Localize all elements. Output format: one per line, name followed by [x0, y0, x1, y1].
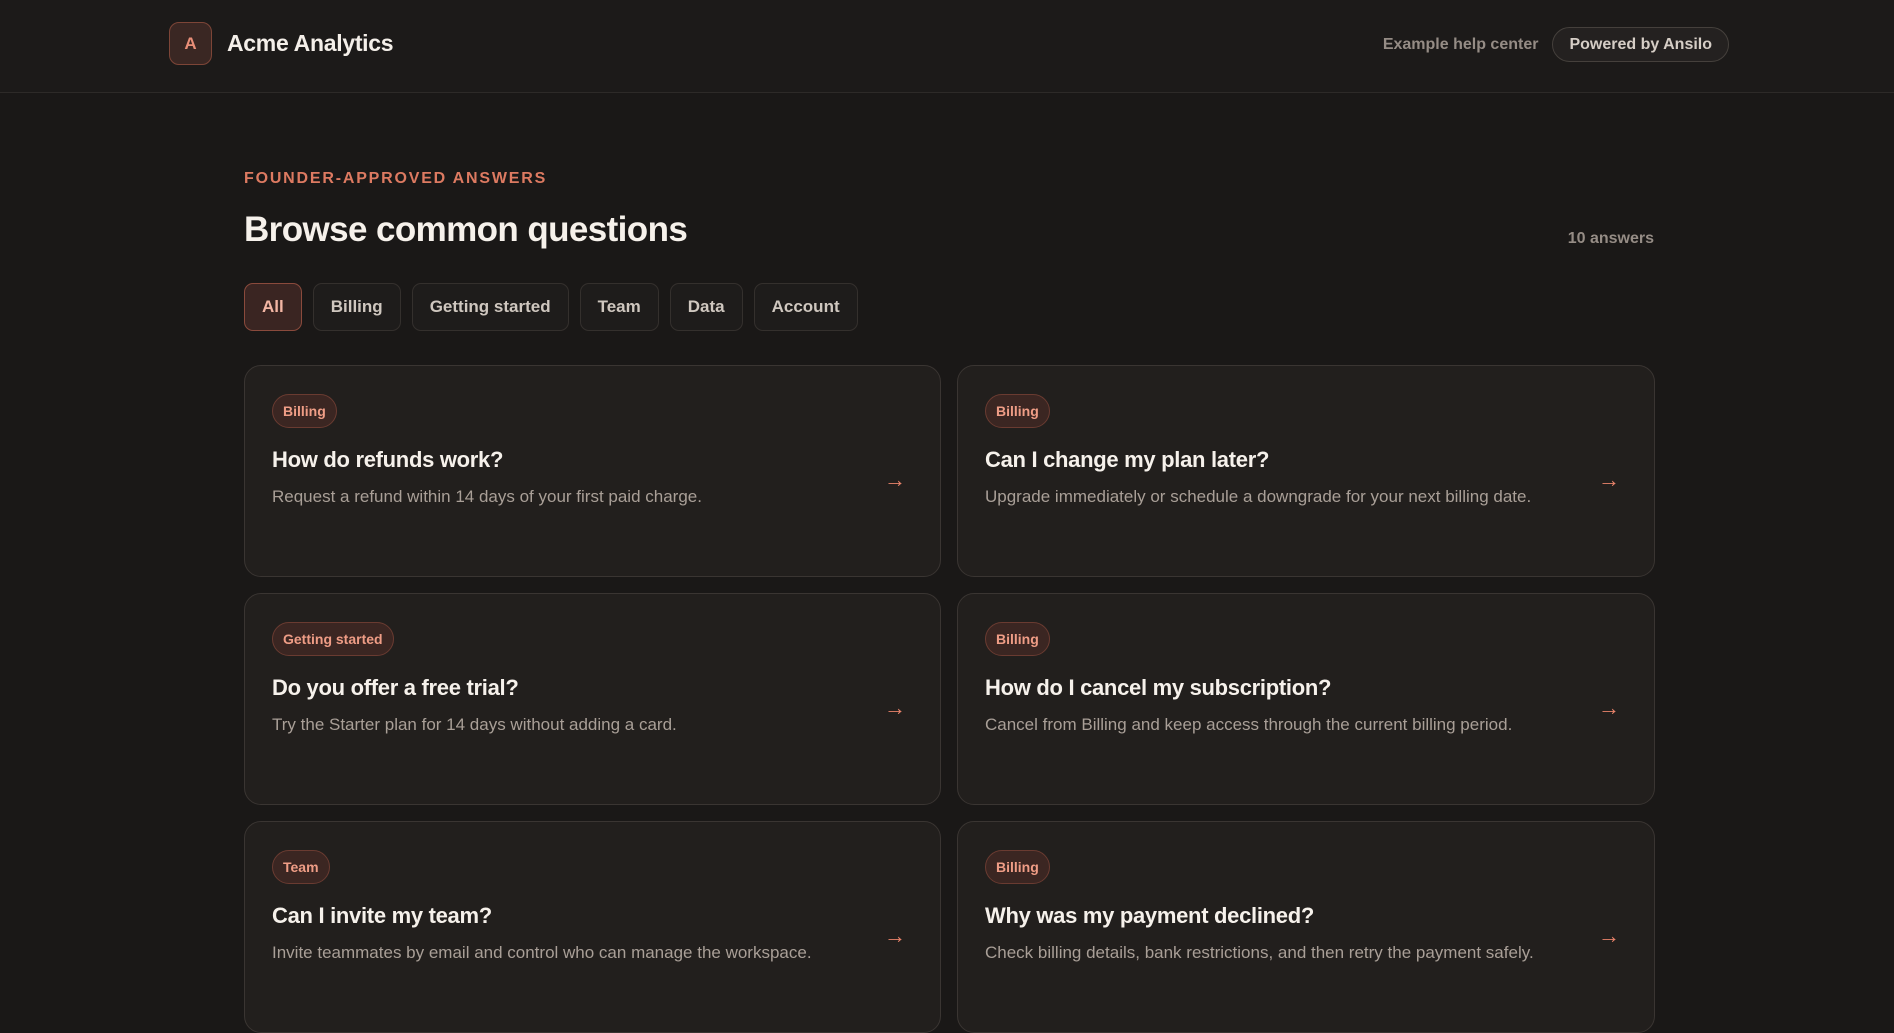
arrow-right-icon: →: [884, 923, 906, 948]
question-title: Why was my payment declined?: [985, 903, 1315, 928]
question-card[interactable]: Getting started Do you offer a free tria…: [244, 593, 941, 805]
filter-data[interactable]: Data: [669, 283, 743, 331]
question-card[interactable]: Billing Why was my payment declined? Che…: [957, 821, 1655, 1033]
answer-count: 10 answers: [1567, 230, 1654, 247]
help-center-link[interactable]: Example help center: [1383, 36, 1539, 54]
question-summary: Invite teammates by email and control wh…: [272, 943, 812, 962]
filter-getting-started[interactable]: Getting started: [411, 283, 569, 331]
brand-logo: A: [169, 22, 212, 65]
filter-all[interactable]: All: [244, 283, 302, 331]
arrow-right-icon: →: [1598, 923, 1620, 948]
arrow-right-icon: →: [1598, 695, 1620, 720]
category-tag: Team: [272, 850, 330, 884]
question-title: Can I invite my team?: [272, 903, 492, 928]
top-bar: A Acme Analytics Example help center Pow…: [0, 0, 1894, 93]
question-title: Do you offer a free trial?: [272, 675, 519, 700]
question-summary: Check billing details, bank restrictions…: [985, 943, 1534, 962]
arrow-right-icon: →: [884, 467, 906, 492]
category-filters: All Billing Getting started Team Data Ac…: [244, 283, 1654, 331]
question-summary: Cancel from Billing and keep access thro…: [985, 715, 1513, 734]
arrow-right-icon: →: [884, 695, 906, 720]
main-content: FOUNDER-APPROVED ANSWERS Browse common q…: [244, 93, 1655, 1033]
question-card[interactable]: Billing Can I change my plan later? Upgr…: [957, 365, 1655, 577]
filter-billing[interactable]: Billing: [312, 283, 401, 331]
question-title: How do refunds work?: [272, 447, 504, 472]
arrow-right-icon: →: [1598, 467, 1620, 492]
question-summary: Upgrade immediately or schedule a downgr…: [985, 487, 1532, 506]
question-card[interactable]: Billing How do I cancel my subscription?…: [957, 593, 1655, 805]
question-card[interactable]: Billing How do refunds work? Request a r…: [244, 365, 941, 577]
category-tag: Getting started: [272, 622, 394, 656]
question-summary: Try the Starter plan for 14 days without…: [272, 715, 677, 734]
heading-row: Browse common questions 10 answers: [244, 210, 1654, 250]
question-summary: Request a refund within 14 days of your …: [272, 487, 702, 506]
question-title: How do I cancel my subscription?: [985, 675, 1332, 700]
powered-by-badge[interactable]: Powered by Ansilo: [1552, 27, 1729, 62]
eyebrow: FOUNDER-APPROVED ANSWERS: [244, 170, 548, 187]
filter-account[interactable]: Account: [753, 283, 858, 331]
question-grid: Billing How do refunds work? Request a r…: [244, 365, 1655, 1033]
filter-team[interactable]: Team: [579, 283, 659, 331]
question-card[interactable]: Team Can I invite my team? Invite teamma…: [244, 821, 941, 1033]
page-title: Browse common questions: [244, 210, 688, 249]
question-title: Can I change my plan later?: [985, 447, 1270, 472]
top-right-nav: Example help center Powered by Ansilo: [1383, 27, 1729, 62]
brand-name: Acme Analytics: [227, 30, 394, 56]
brand[interactable]: A Acme Analytics: [169, 22, 394, 65]
category-tag: Billing: [985, 622, 1050, 656]
category-tag: Billing: [985, 394, 1050, 428]
category-tag: Billing: [272, 394, 337, 428]
category-tag: Billing: [985, 850, 1050, 884]
